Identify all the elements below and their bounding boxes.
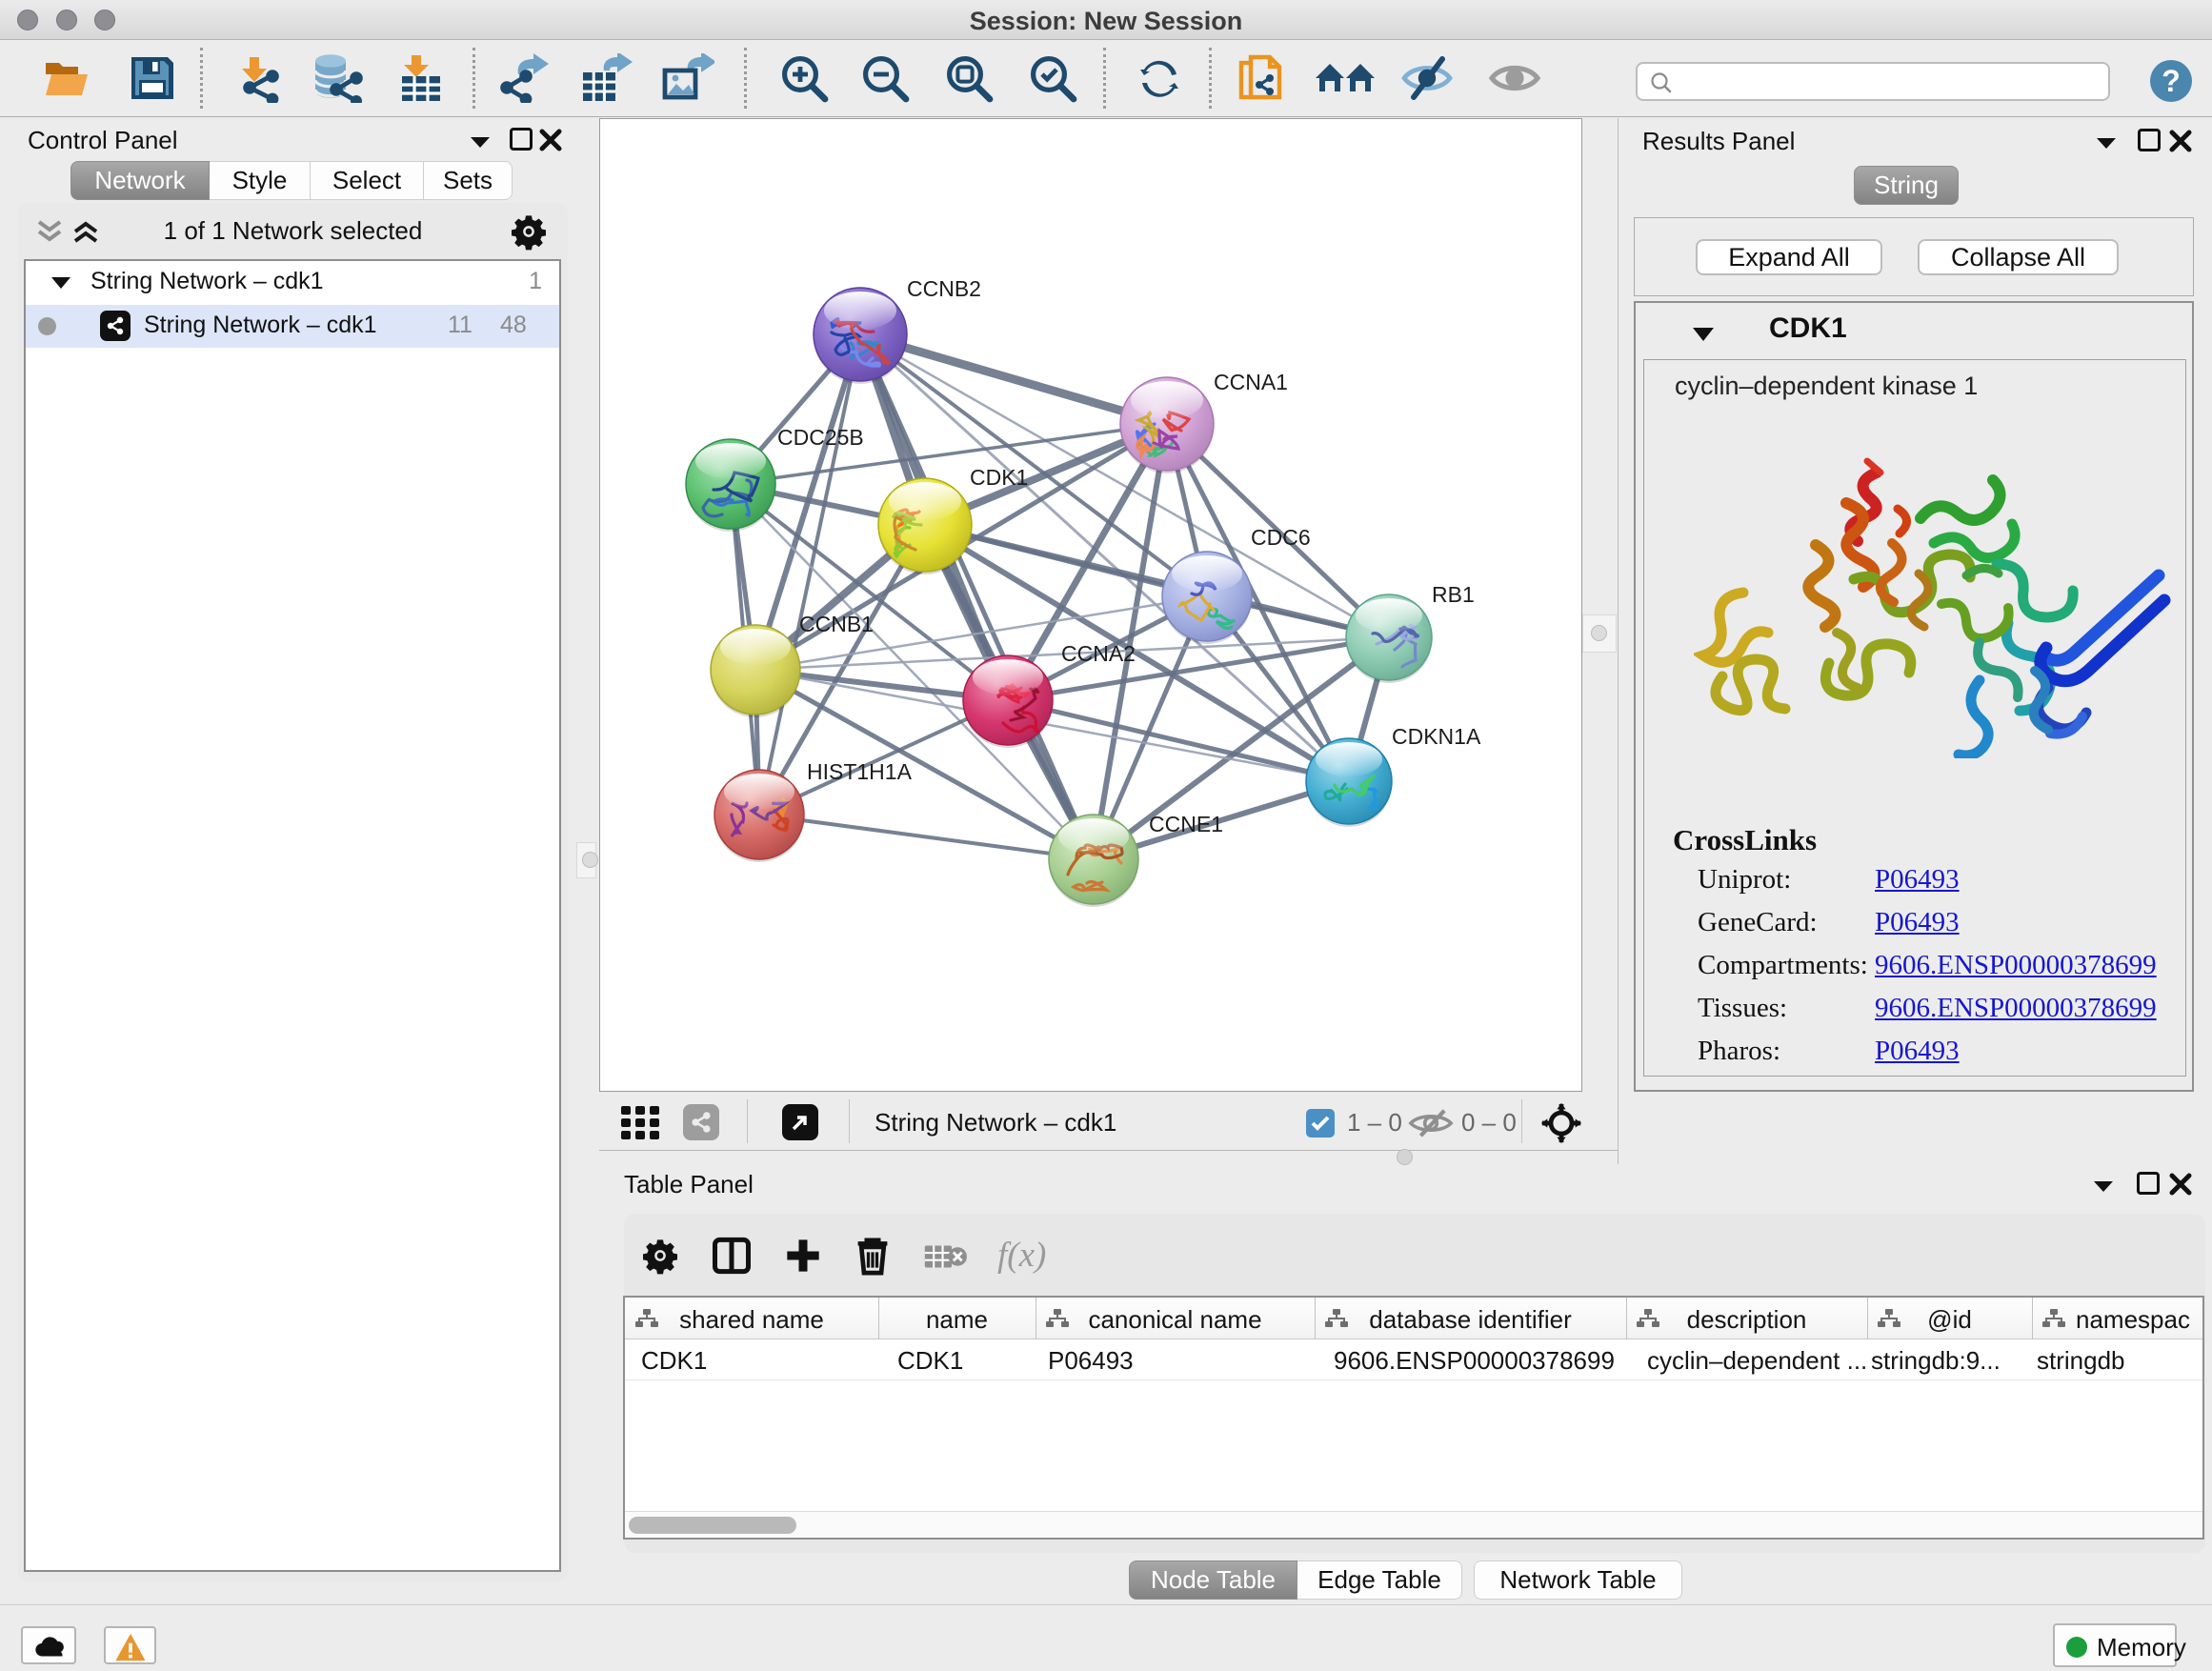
svg-text:CCNB2: CCNB2: [907, 276, 981, 301]
svg-text:CDC6: CDC6: [1251, 525, 1311, 550]
svg-text:CCNA2: CCNA2: [1061, 641, 1136, 666]
svg-text:CDKN1A: CDKN1A: [1392, 724, 1481, 749]
svg-text:CCNA1: CCNA1: [1214, 370, 1288, 394]
svg-text:CDC25B: CDC25B: [777, 425, 864, 450]
svg-text:CDK1: CDK1: [970, 465, 1028, 490]
svg-text:RB1: RB1: [1432, 582, 1475, 607]
svg-text:HIST1H1A: HIST1H1A: [807, 759, 913, 784]
svg-text:CCNE1: CCNE1: [1149, 812, 1223, 836]
svg-text:CCNB1: CCNB1: [799, 612, 874, 636]
